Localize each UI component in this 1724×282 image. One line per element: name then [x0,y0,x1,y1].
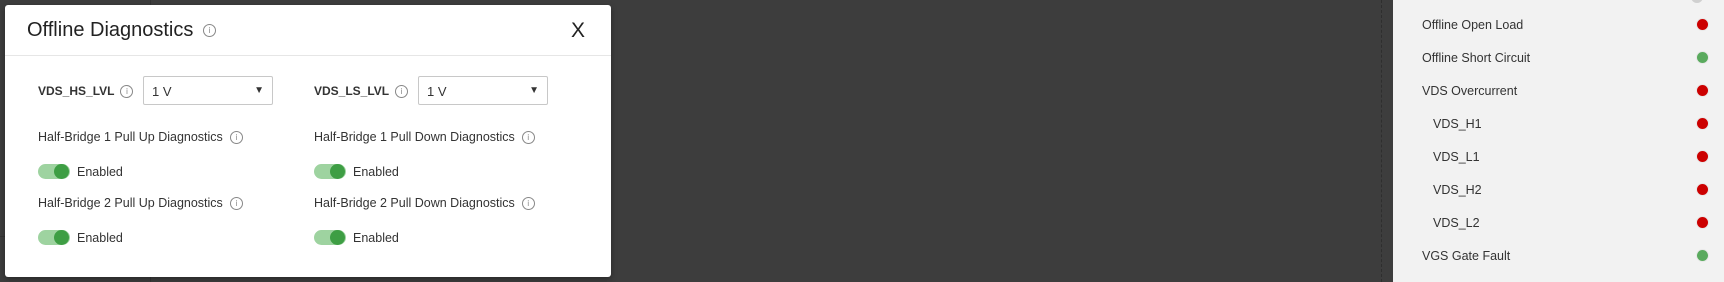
hb1-pull-up-label: Half-Bridge 1 Pull Up Diagnostics i [38,130,243,144]
status-panel: Offline Open Load Offline Short Circuit … [1393,0,1724,282]
vds-ls-label: VDS_LS_LVL [314,84,390,98]
status-indicator [1696,183,1709,196]
status-indicator [1696,249,1709,262]
vds-hs-field: VDS_HS_LVL i [38,84,134,98]
status-item: Offline Open Load [1393,10,1724,40]
status-label: VDS_H1 [1433,117,1482,131]
hb2-pull-up-toggle-row: Enabled [38,230,123,245]
toggle-knob [330,230,345,245]
status-label: VGS Gate Fault [1422,249,1511,263]
vds-ls-value: 1 V [427,84,447,99]
status-item: VDS_H2 [1393,175,1724,205]
info-icon[interactable]: i [120,84,134,98]
hb2-pull-down-toggle[interactable] [314,230,346,245]
status-item: VDS_L1 [1393,142,1724,172]
status-label: Offline Short Circuit [1422,51,1531,65]
toggle-state-label: Enabled [353,164,399,179]
chevron-down-icon: ▼ [254,85,264,96]
hb1-pull-up-toggle[interactable] [38,164,70,179]
status-indicator [1691,0,1703,3]
hb2-pull-down-label: Half-Bridge 2 Pull Down Diagnostics i [314,196,535,210]
hb2-pull-up-label: Half-Bridge 2 Pull Up Diagnostics i [38,196,243,210]
chevron-down-icon: ▼ [529,85,539,96]
backdrop-divider [1381,0,1382,282]
info-icon[interactable]: i [229,196,243,210]
vds-hs-value: 1 V [152,84,172,99]
status-item: VDS_L2 [1393,208,1724,238]
info-icon[interactable]: i [203,24,216,37]
dialog-header: Offline Diagnostics i X [5,5,611,56]
dialog-title: Offline Diagnostics [27,19,194,41]
toggle-knob [54,164,69,179]
status-label: VDS_L2 [1433,216,1480,230]
diagnostic-label: Half-Bridge 1 Pull Down Diagnostics [314,130,515,144]
toggle-state-label: Enabled [77,230,123,245]
diagnostic-label: Half-Bridge 1 Pull Up Diagnostics [38,130,223,144]
status-indicator [1696,117,1709,130]
status-indicator [1696,84,1709,97]
status-label: VDS_H2 [1433,183,1482,197]
offline-diagnostics-dialog: Offline Diagnostics i X VDS_HS_LVL i 1 V… [5,5,611,277]
status-indicator [1696,18,1709,31]
vds-hs-select[interactable]: 1 V ▼ [143,76,273,105]
status-indicator [1696,150,1709,163]
status-indicator [1696,51,1709,64]
hb1-pull-up-toggle-row: Enabled [38,164,123,179]
toggle-knob [54,230,69,245]
info-icon[interactable]: i [395,84,409,98]
status-item: Offline Short Circuit [1393,43,1724,73]
info-icon[interactable]: i [229,130,243,144]
status-indicator [1696,216,1709,229]
info-icon[interactable]: i [521,130,535,144]
hb1-pull-down-label: Half-Bridge 1 Pull Down Diagnostics i [314,130,535,144]
hb1-pull-down-toggle-row: Enabled [314,164,399,179]
diagnostic-label: Half-Bridge 2 Pull Up Diagnostics [38,196,223,210]
hb2-pull-down-toggle-row: Enabled [314,230,399,245]
status-item: VDS Overcurrent [1393,76,1724,106]
vds-ls-select[interactable]: 1 V ▼ [418,76,548,105]
diagnostic-label: Half-Bridge 2 Pull Down Diagnostics [314,196,515,210]
status-item: VDS_H1 [1393,109,1724,139]
status-item: VGS Gate Fault [1393,241,1724,271]
hb2-pull-up-toggle[interactable] [38,230,70,245]
hb1-pull-down-toggle[interactable] [314,164,346,179]
info-icon[interactable]: i [521,196,535,210]
toggle-state-label: Enabled [77,164,123,179]
toggle-state-label: Enabled [353,230,399,245]
toggle-knob [330,164,345,179]
status-label: VDS_L1 [1433,150,1480,164]
close-button[interactable]: X [571,19,585,43]
vds-hs-label: VDS_HS_LVL [38,84,115,98]
vds-ls-field: VDS_LS_LVL i [314,84,409,98]
status-label: VDS Overcurrent [1422,84,1518,98]
status-label: Offline Open Load [1422,18,1524,32]
